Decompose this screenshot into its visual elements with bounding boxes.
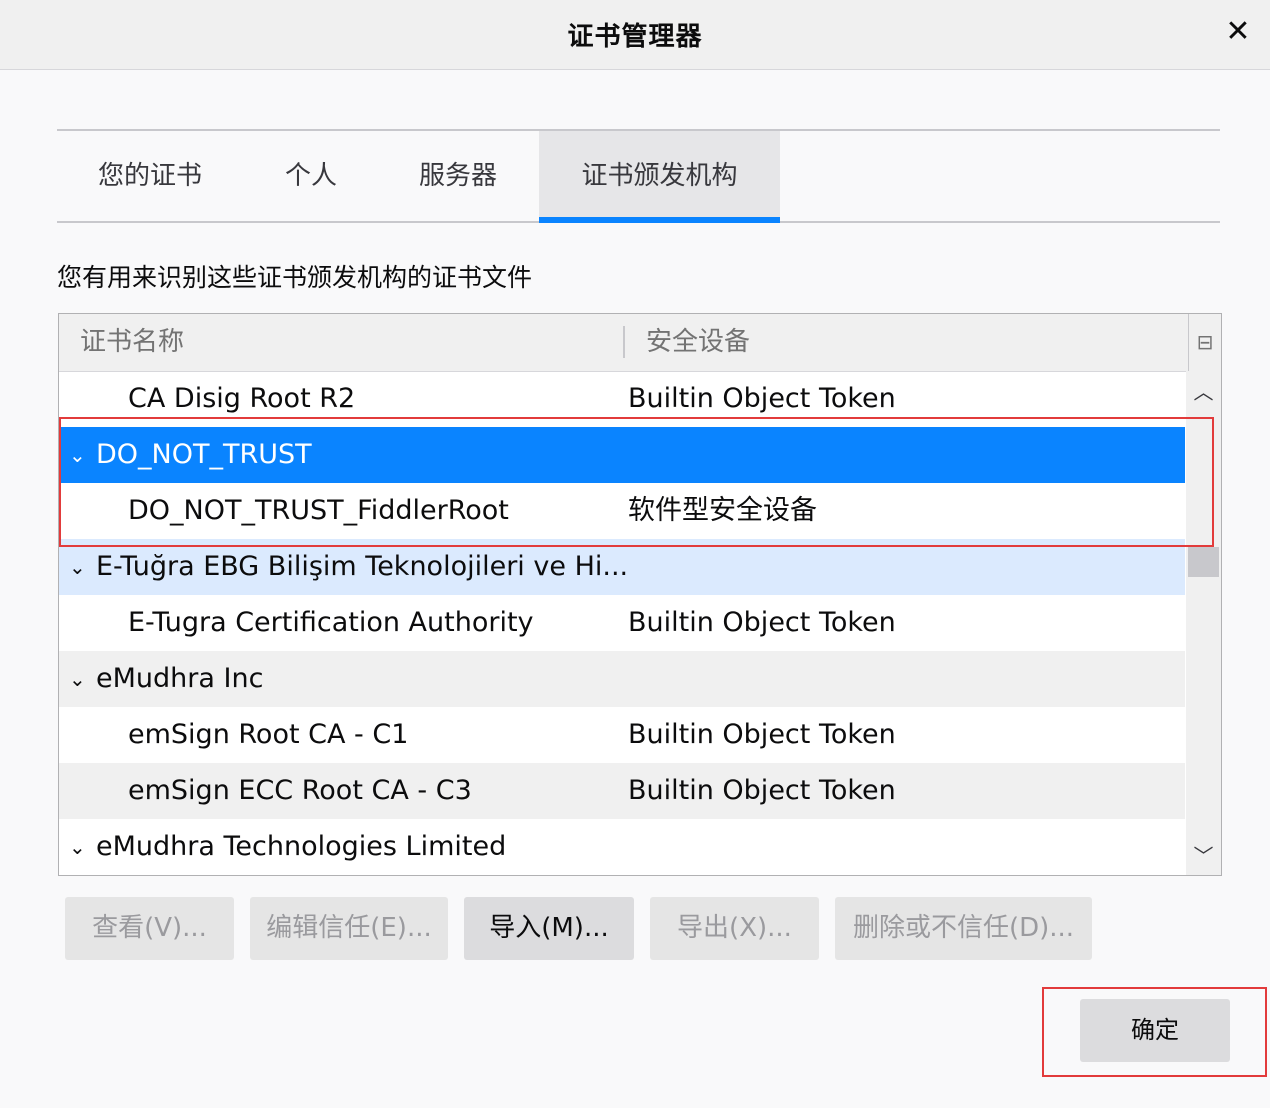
scroll-up-icon[interactable]: ︿ [1186, 377, 1221, 407]
security-device-cell: Builtin Object Token [628, 383, 896, 414]
dialog-title: 证书管理器 [567, 22, 703, 52]
cert-name-cell: E-Tuğra EBG Bilişim Teknolojileri ve Hi.… [96, 551, 629, 582]
cert-name-cell: E-Tugra Certification Authority [128, 607, 534, 638]
edit-trust-button[interactable]: 编辑信任(E)... [250, 897, 448, 960]
column-header-security-device[interactable]: 安全设备 [646, 314, 750, 371]
tree-group-row[interactable]: ⌄ DO_NOT_TRUST [59, 427, 1185, 483]
tree-cert-row[interactable]: emSign ECC Root CA - C3 Builtin Object To… [59, 763, 1185, 819]
vertical-scrollbar[interactable]: ︿ ﹀ [1186, 371, 1221, 875]
security-device-cell: 软件型安全设备 [628, 495, 817, 526]
tab-your-certs[interactable]: 您的证书 [57, 131, 243, 221]
cert-name-cell: emSign Root CA - C1 [128, 719, 409, 750]
column-separator[interactable] [623, 326, 625, 358]
tree-group-row[interactable]: ⌄ eMudhra Technologies Limited [59, 819, 1185, 875]
cert-name-cell: eMudhra Inc [96, 663, 264, 694]
column-header-cert-name[interactable]: 证书名称 [80, 314, 184, 371]
security-device-cell: Builtin Object Token [628, 775, 896, 806]
export-button[interactable]: 导出(X)... [650, 897, 819, 960]
tab-servers[interactable]: 服务器 [379, 131, 537, 221]
title-bar: 证书管理器 ✕ [0, 0, 1270, 70]
close-icon[interactable]: ✕ [1218, 12, 1258, 52]
tree-cert-row[interactable]: emSign Root CA - C1 Builtin Object Token [59, 707, 1185, 763]
column-picker-icon[interactable]: ⊟ [1188, 314, 1221, 371]
delete-distrust-button[interactable]: 删除或不信任(D)... [835, 897, 1092, 960]
cert-name-cell: eMudhra Technologies Limited [96, 831, 507, 862]
chevron-down-icon[interactable]: ⌄ [69, 819, 86, 875]
tree-header: 证书名称 安全设备 ⊟ [59, 314, 1221, 372]
cert-name-cell: DO_NOT_TRUST_FiddlerRoot [128, 495, 509, 526]
cert-name-cell: emSign ECC Root CA - C3 [128, 775, 472, 806]
tab-description: 您有用来识别这些证书颁发机构的证书文件 [57, 263, 533, 292]
certificate-tree[interactable]: 证书名称 安全设备 ⊟ CA Disig Root R2 Builtin Obje… [58, 313, 1222, 876]
ok-button[interactable]: 确定 [1080, 999, 1230, 1062]
chevron-down-icon[interactable]: ⌄ [69, 539, 86, 595]
tab-people[interactable]: 个人 [243, 131, 379, 221]
tree-rows: CA Disig Root R2 Builtin Object Token ⌄ DO_… [59, 371, 1185, 875]
chevron-down-icon[interactable]: ⌄ [69, 651, 86, 707]
import-button[interactable]: 导入(M)... [464, 897, 634, 960]
security-device-cell: Builtin Object Token [628, 719, 896, 750]
scroll-down-icon[interactable]: ﹀ [1186, 841, 1221, 871]
tree-group-row[interactable]: ⌄ eMudhra Inc [59, 651, 1185, 707]
tree-cert-row[interactable]: CA Disig Root R2 Builtin Object Token [59, 371, 1185, 427]
chevron-down-icon[interactable]: ⌄ [69, 427, 86, 483]
tree-cert-row[interactable]: E-Tugra Certification Authority Builtin O… [59, 595, 1185, 651]
cert-name-cell: DO_NOT_TRUST [96, 439, 312, 470]
view-button[interactable]: 查看(V)... [65, 897, 234, 960]
security-device-cell: Builtin Object Token [628, 607, 896, 638]
tab-authorities[interactable]: 证书颁发机构 [539, 131, 780, 223]
tree-group-row[interactable]: ⌄ E-Tuğra EBG Bilişim Teknolojileri ve Hi… [59, 539, 1185, 595]
scroll-thumb[interactable] [1188, 547, 1219, 577]
cert-name-cell: CA Disig Root R2 [128, 383, 356, 414]
tab-strip: 您的证书 个人 服务器 证书颁发机构 [57, 129, 1220, 223]
tree-cert-row[interactable]: DO_NOT_TRUST_FiddlerRoot 软件型安全设备 [59, 483, 1185, 539]
